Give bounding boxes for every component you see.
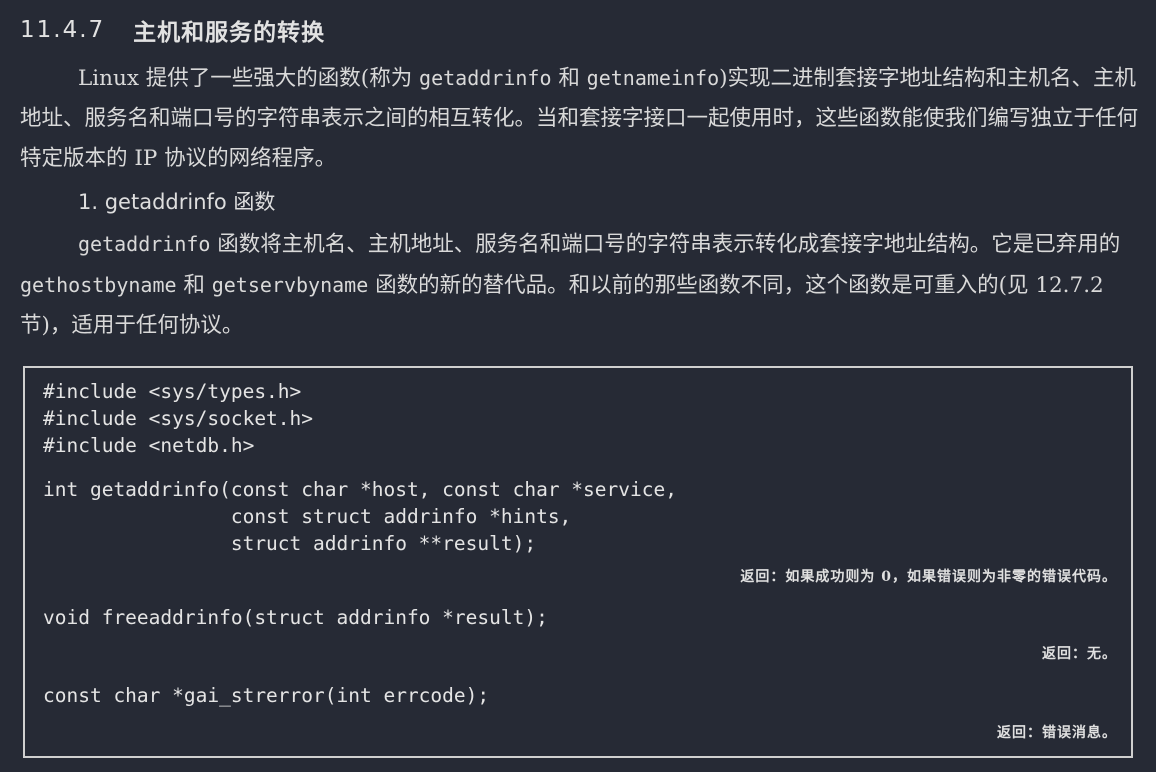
desc-code-getaddrinfo: getaddrinfo [78,232,211,256]
intro-paragraph: Linux 提供了一些强大的函数(称为 getaddrinfo 和 getnam… [20,58,1138,179]
subsection-heading: 1. getaddrinfo 函数 [78,190,276,214]
gai-strerror-return-note: 返回：错误消息。 [997,725,1117,741]
code-gai-strerror-signature: const char *gai_strerror(int errcode); [43,684,490,707]
section-number: 11.4.7 [20,17,106,43]
intro-code-getnameinfo: getnameinfo [586,66,720,90]
book-page: 11.4.7 主机和服务的转换 Linux 提供了一些强大的函数(称为 geta… [0,0,1156,772]
desc-code-getservbyname: getservbyname [211,273,369,297]
getaddrinfo-return-note: 返回：如果成功则为 0，如果错误则为非零的错误代码。 [740,569,1117,585]
section-heading: 11.4.7 主机和服务的转换 [20,10,325,50]
desc-text-a: 函数将主机名、主机地址、服务名和端口号的字符串表示转化成套接字地址结构。它是已弃… [210,232,1121,257]
code-includes: #include <sys/types.h> #include <sys/soc… [43,380,314,457]
code-freeaddrinfo-signature: void freeaddrinfo(struct addrinfo *resul… [43,606,548,629]
freeaddrinfo-return-note: 返回：无。 [1042,646,1117,662]
desc-code-gethostbyname: gethostbyname [20,273,177,297]
section-title: 主机和服务的转换 [133,20,326,46]
intro-text-a: Linux 提供了一些强大的函数(称为 [78,66,420,91]
description-paragraph: getaddrinfo 函数将主机名、主机地址、服务名和端口号的字符串表示转化成… [20,224,1138,346]
desc-text-b: 和 [176,273,212,298]
code-getaddrinfo-signature: int getaddrinfo(const char *host, const … [43,478,677,555]
intro-code-getaddrinfo: getaddrinfo [419,66,552,90]
code-listing-box: #include <sys/types.h> #include <sys/soc… [23,366,1133,758]
intro-text-b: 和 [551,66,587,91]
